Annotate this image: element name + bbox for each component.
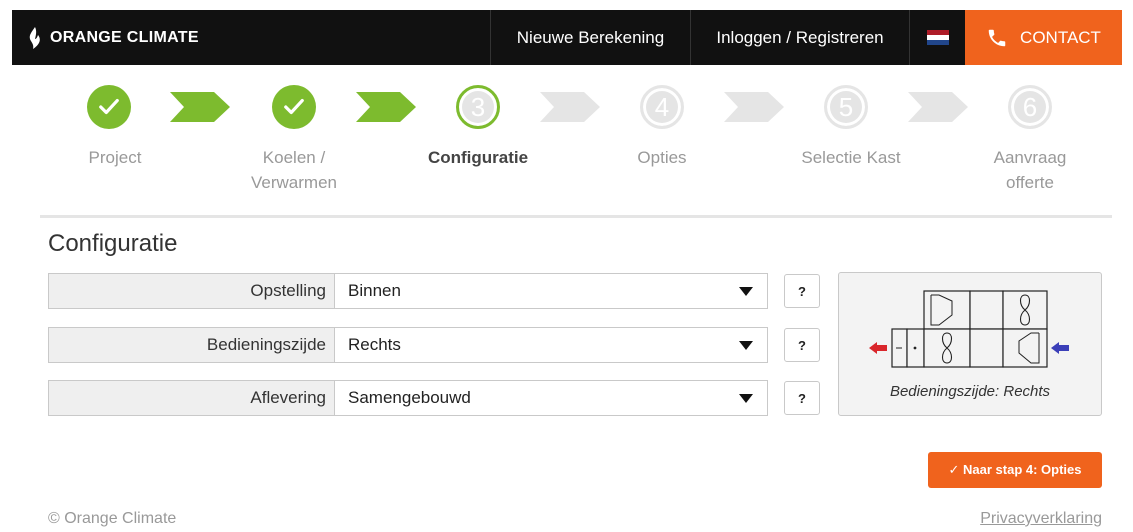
configuration-preview-card: Bedieningszijde: Rechts bbox=[838, 272, 1102, 416]
field-label: Aflevering bbox=[48, 380, 334, 416]
step-label-selectie-kast: Selectie Kast bbox=[801, 148, 901, 167]
step-arrow-done-icon bbox=[356, 92, 416, 122]
step-1-circle[interactable] bbox=[87, 85, 131, 129]
help-button-bedieningszijde[interactable]: ? bbox=[784, 328, 820, 362]
checkmark-icon bbox=[99, 98, 119, 115]
field-bedieningszijde: Bedieningszijde Rechts bbox=[48, 327, 768, 363]
step-6-circle: 6 bbox=[1008, 85, 1052, 129]
copyright-text: © Orange Climate bbox=[48, 510, 177, 527]
field-label: Opstelling bbox=[48, 273, 334, 309]
checkmark-icon bbox=[284, 98, 304, 115]
step-arrow-done-icon bbox=[170, 92, 230, 122]
nav-login-register-link[interactable]: Inloggen / Registreren bbox=[690, 10, 909, 65]
bedieningszijde-select[interactable]: Rechts bbox=[334, 327, 768, 363]
select-value: Rechts bbox=[348, 335, 401, 354]
next-step-button[interactable]: ✓ Naar stap 4: Opties bbox=[928, 452, 1102, 488]
aflevering-select[interactable]: Samengebouwd bbox=[334, 380, 768, 416]
unit-diagram-icon bbox=[869, 290, 1069, 368]
flame-logo-icon bbox=[29, 26, 40, 49]
contact-label: CONTACT bbox=[1020, 27, 1101, 47]
divider bbox=[40, 215, 1112, 218]
brand-name: ORANGE CLIMATE bbox=[50, 28, 199, 46]
language-selector[interactable] bbox=[909, 10, 965, 65]
field-label: Bedieningszijde bbox=[48, 327, 334, 363]
caret-down-icon bbox=[739, 340, 753, 350]
step-4-circle: 4 bbox=[640, 85, 684, 129]
step-label-opties: Opties bbox=[637, 148, 687, 167]
airflow-right-arrow-icon bbox=[1051, 342, 1069, 354]
step-arrow-inactive-icon bbox=[724, 92, 784, 122]
dutch-flag-icon bbox=[926, 30, 949, 45]
step-arrow-inactive-icon bbox=[908, 92, 968, 122]
caret-down-icon bbox=[739, 286, 753, 296]
preview-caption: Bedieningszijde: Rechts bbox=[889, 383, 1051, 400]
step-label-configuratie: Configuratie bbox=[427, 148, 529, 167]
step-label-aanvraag-offerte: Aanvraag offerte bbox=[993, 148, 1067, 192]
field-opstelling: Opstelling Binnen bbox=[48, 273, 768, 309]
page-title: Configuratie bbox=[48, 230, 178, 257]
airflow-left-arrow-icon bbox=[869, 342, 887, 354]
select-value: Samengebouwd bbox=[348, 388, 471, 407]
opstelling-select[interactable]: Binnen bbox=[334, 273, 768, 309]
select-value: Binnen bbox=[348, 281, 401, 300]
privacy-link[interactable]: Privacyverklaring bbox=[980, 510, 1102, 528]
phone-icon bbox=[988, 29, 1006, 46]
step-2-circle[interactable] bbox=[272, 85, 316, 129]
step-5-circle: 5 bbox=[824, 85, 868, 129]
caret-down-icon bbox=[739, 393, 753, 403]
help-button-aflevering[interactable]: ? bbox=[784, 381, 820, 415]
step-label-project[interactable]: Project bbox=[40, 145, 190, 170]
brand-logo[interactable]: ORANGE CLIMATE bbox=[12, 10, 490, 65]
step-3-circle: 3 bbox=[456, 85, 500, 129]
contact-button[interactable]: CONTACT bbox=[965, 10, 1122, 65]
field-aflevering: Aflevering Samengebouwd bbox=[48, 380, 768, 416]
top-navbar: ORANGE CLIMATE Nieuwe Berekening Inlogge… bbox=[12, 10, 1122, 65]
nav-new-calculation-link[interactable]: Nieuwe Berekening bbox=[490, 10, 690, 65]
progress-stepper: 3 4 5 6 Project Koelen / Verwarmen Confi… bbox=[40, 80, 1112, 205]
help-button-opstelling[interactable]: ? bbox=[784, 274, 820, 308]
step-label-koelen-verwarmen[interactable]: Koelen / Verwarmen bbox=[226, 145, 362, 195]
step-arrow-inactive-icon bbox=[540, 92, 600, 122]
